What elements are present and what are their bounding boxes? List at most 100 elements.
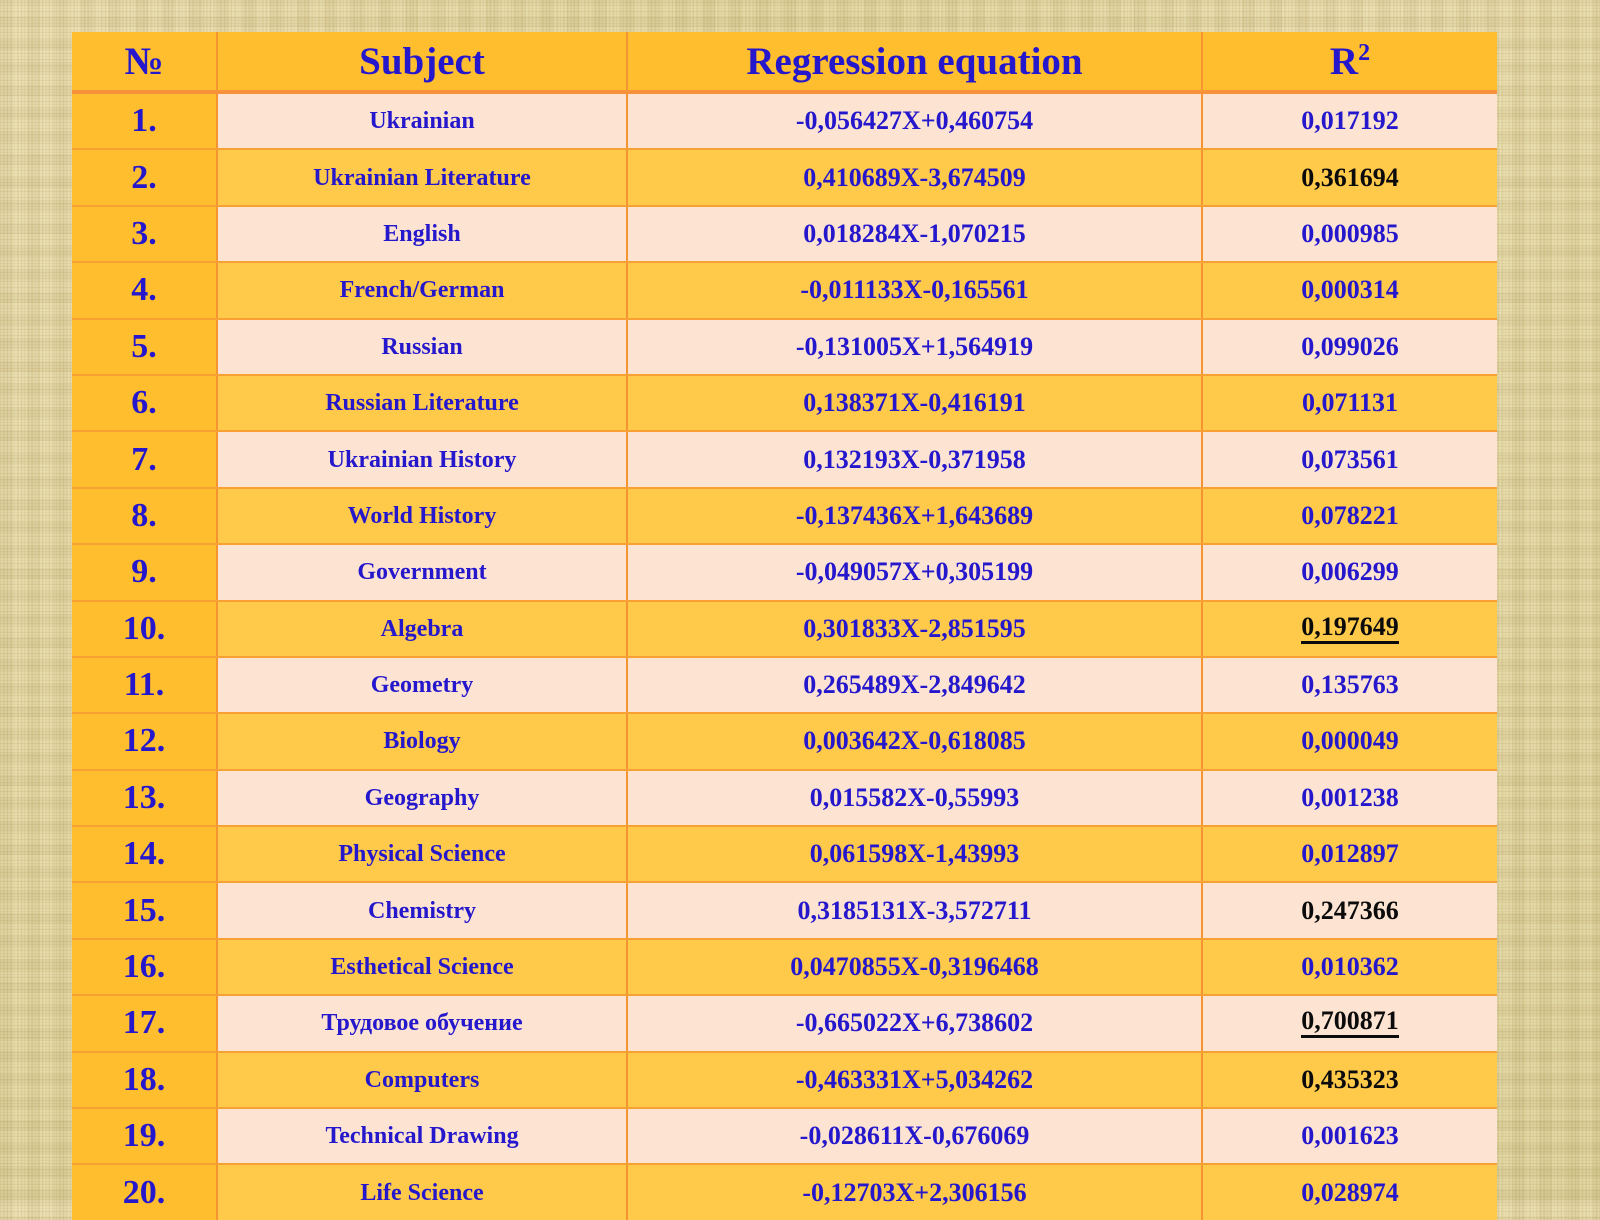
table-row: 15. Chemistry 0,3185131X-3,572711 0,247366	[72, 882, 1497, 940]
cell-regression-equation: -0,049057X+0,305199	[627, 544, 1203, 602]
table-row: 9. Government -0,049057X+0,305199 0,006299	[72, 544, 1497, 602]
table-row: 10. Algebra 0,301833X-2,851595 0,197649	[72, 600, 1497, 658]
r-squared-value: 0,700871	[1301, 1008, 1399, 1039]
cell-subject: Geometry	[217, 656, 628, 715]
table-row: 2. Ukrainian Literature 0,410689X-3,674509…	[72, 149, 1497, 207]
cell-r-squared: 0,197649	[1202, 600, 1497, 658]
cell-regression-equation: -0,028611X-0,676069	[627, 1108, 1203, 1166]
table-row: 11. Geometry 0,265489X-2,849642 0,135763	[72, 656, 1497, 715]
header-row: № Subject Regression equation R2	[72, 32, 1497, 94]
r-squared-value: 0,017192	[1301, 106, 1399, 136]
cell-row-number: 3.	[72, 205, 218, 264]
cell-subject: Geography	[217, 769, 628, 828]
table-row: 1. Ukrainian -0,056427X+0,460754 0,017192	[72, 92, 1497, 151]
cell-r-squared: 0,012897	[1202, 826, 1497, 884]
cell-subject: Esthetical Science	[217, 938, 628, 997]
cell-r-squared: 0,073561	[1202, 431, 1497, 489]
table-row: 14. Physical Science 0,061598X-1,43993 0,01…	[72, 826, 1497, 884]
cell-row-number: 2.	[72, 149, 218, 207]
table-row: 6. Russian Literature 0,138371X-0,416191 0,…	[72, 374, 1497, 433]
table-row: 7. Ukrainian History 0,132193X-0,371958 0,0…	[72, 431, 1497, 489]
r-squared-value: 0,001238	[1301, 782, 1399, 812]
cell-subject: English	[217, 205, 628, 264]
r-squared-value: 0,197649	[1301, 613, 1399, 644]
table-row: 12. Biology 0,003642X-0,618085 0,000049	[72, 713, 1497, 771]
cell-r-squared: 0,078221	[1202, 487, 1497, 546]
cell-r-squared: 0,006299	[1202, 544, 1497, 602]
r-squared-value: 0,247366	[1301, 895, 1399, 925]
cell-r-squared: 0,700871	[1202, 995, 1497, 1053]
r-squared-value: 0,078221	[1301, 500, 1399, 530]
r-squared-value: 0,010362	[1301, 952, 1399, 982]
table-row: 19. Technical Drawing -0,028611X-0,676069 0…	[72, 1108, 1497, 1166]
r-squared-value: 0,012897	[1301, 839, 1399, 869]
cell-r-squared: 0,000985	[1202, 205, 1497, 264]
cell-r-squared: 0,028974	[1202, 1164, 1497, 1220]
r-squared-value: 0,073561	[1301, 444, 1399, 474]
cell-row-number: 10.	[72, 600, 218, 658]
cell-r-squared: 0,435323	[1202, 1051, 1497, 1110]
table-row: 4. French/German -0,011133X-0,165561 0,0003…	[72, 262, 1497, 320]
cell-r-squared: 0,001623	[1202, 1108, 1497, 1166]
regression-table-container: № Subject Regression equation R2 1. Ukrai…	[72, 32, 1497, 1220]
cell-r-squared: 0,099026	[1202, 318, 1497, 376]
r-squared-base: R	[1329, 39, 1359, 83]
cell-subject: Chemistry	[217, 882, 628, 940]
cell-row-number: 11.	[72, 656, 218, 715]
cell-row-number: 15.	[72, 882, 218, 940]
table-row: 18. Computers -0,463331X+5,034262 0,435323	[72, 1051, 1497, 1110]
r-squared-value: 0,001623	[1301, 1121, 1399, 1151]
cell-r-squared: 0,247366	[1202, 882, 1497, 940]
table-row: 5. Russian -0,131005X+1,564919 0,099026	[72, 318, 1497, 376]
r-squared-value: 0,361694	[1301, 162, 1399, 192]
cell-regression-equation: -0,011133X-0,165561	[627, 262, 1203, 320]
cell-r-squared: 0,001238	[1202, 769, 1497, 828]
cell-row-number: 7.	[72, 431, 218, 489]
cell-subject: Physical Science	[217, 826, 628, 884]
table-row: 8. World History -0,137436X+1,643689 0,0782…	[72, 487, 1497, 546]
cell-row-number: 4.	[72, 262, 218, 320]
r-squared-value: 0,028974	[1301, 1177, 1399, 1207]
cell-regression-equation: -0,056427X+0,460754	[627, 92, 1203, 151]
r-squared-value: 0,135763	[1301, 670, 1399, 700]
column-header-r-squared: R2	[1202, 32, 1497, 94]
cell-row-number: 14.	[72, 826, 218, 884]
cell-subject: Russian	[217, 318, 628, 376]
cell-r-squared: 0,361694	[1202, 149, 1497, 207]
cell-regression-equation: -0,137436X+1,643689	[627, 487, 1203, 546]
cell-r-squared: 0,017192	[1202, 92, 1497, 151]
table-header: № Subject Regression equation R2	[72, 32, 1497, 94]
cell-regression-equation: 0,015582X-0,55993	[627, 769, 1203, 828]
cell-regression-equation: 0,018284X-1,070215	[627, 205, 1203, 264]
cell-subject: Government	[217, 544, 628, 602]
r-squared-value: 0,435323	[1301, 1064, 1399, 1094]
cell-subject: World History	[217, 487, 628, 546]
table-body: 1. Ukrainian -0,056427X+0,460754 0,017192 2.…	[72, 92, 1497, 1220]
cell-regression-equation: -0,665022X+6,738602	[627, 995, 1203, 1053]
cell-row-number: 18.	[72, 1051, 218, 1110]
cell-subject: Technical Drawing	[217, 1108, 628, 1166]
cell-r-squared: 0,071131	[1202, 374, 1497, 433]
cell-subject: Biology	[217, 713, 628, 771]
cell-row-number: 9.	[72, 544, 218, 602]
cell-subject: Russian Literature	[217, 374, 628, 433]
cell-row-number: 8.	[72, 487, 218, 546]
r-squared-value: 0,071131	[1301, 388, 1399, 418]
cell-regression-equation: 0,003642X-0,618085	[627, 713, 1203, 771]
cell-regression-equation: -0,12703X+2,306156	[627, 1164, 1203, 1220]
table-row: 3. English 0,018284X-1,070215 0,000985	[72, 205, 1497, 264]
cell-r-squared: 0,000314	[1202, 262, 1497, 320]
cell-row-number: 12.	[72, 713, 218, 771]
r-squared-value: 0,099026	[1301, 331, 1399, 361]
cell-regression-equation: 0,061598X-1,43993	[627, 826, 1203, 884]
cell-row-number: 19.	[72, 1108, 218, 1166]
cell-subject: Life Science	[217, 1164, 628, 1220]
r-squared-value: 0,000985	[1301, 218, 1399, 248]
cell-regression-equation: 0,132193X-0,371958	[627, 431, 1203, 489]
column-header-equation: Regression equation	[627, 32, 1203, 94]
table-row: 17. Трудовое обучение -0,665022X+6,738602 0…	[72, 995, 1497, 1053]
cell-subject: Ukrainian	[217, 92, 628, 151]
cell-regression-equation: 0,265489X-2,849642	[627, 656, 1203, 715]
cell-subject: Ukrainian History	[217, 431, 628, 489]
cell-r-squared: 0,000049	[1202, 713, 1497, 771]
